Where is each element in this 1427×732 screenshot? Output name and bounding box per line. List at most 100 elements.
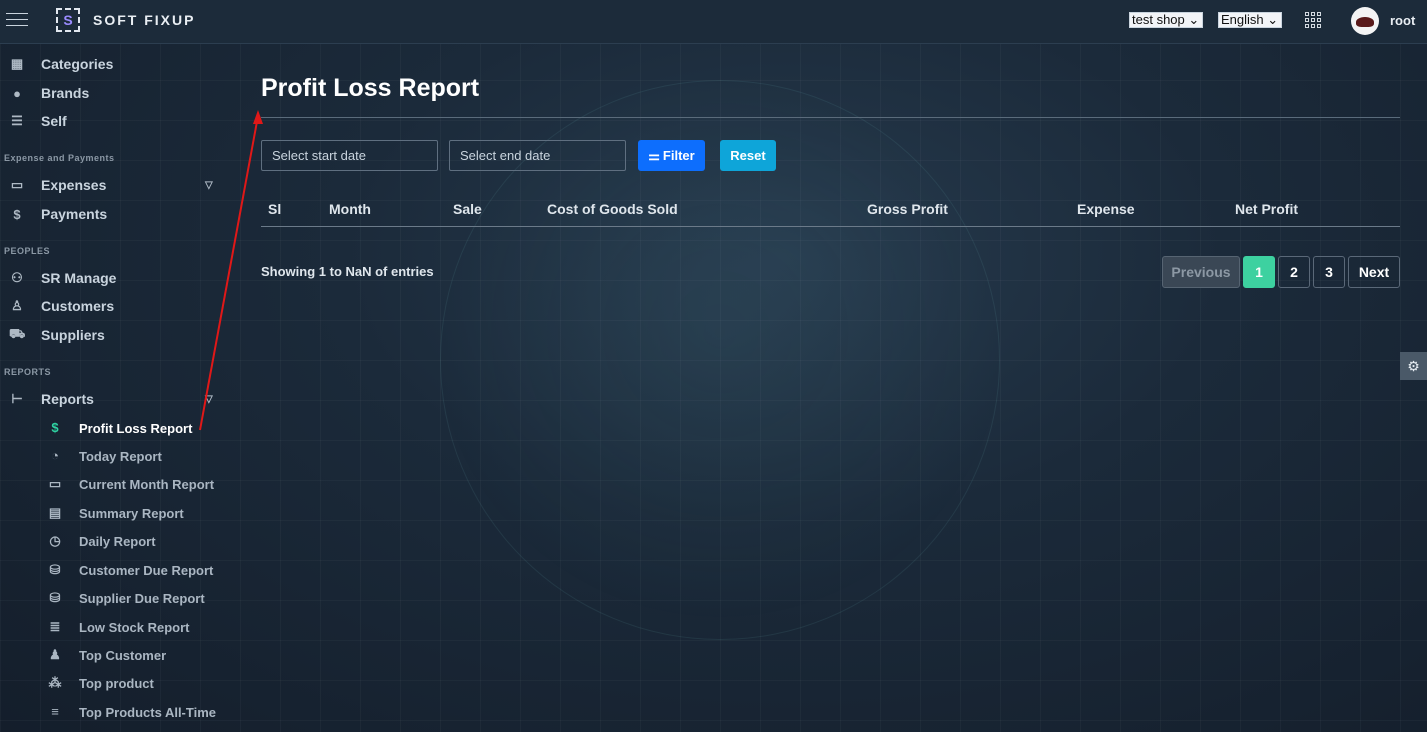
language-select-value: English: [1221, 12, 1264, 27]
filter-button-label: Filter: [662, 148, 695, 163]
column-header-expense[interactable]: Expense: [1077, 201, 1135, 217]
end-date-input[interactable]: [449, 140, 626, 171]
language-select[interactable]: English ⌄: [1218, 12, 1282, 28]
folder-icon: ▭: [10, 177, 24, 192]
column-header-net-profit[interactable]: Net Profit: [1235, 201, 1298, 217]
sidebar-item-label: Suppliers: [41, 327, 105, 343]
section-label-expense: Expense and Payments: [4, 153, 115, 163]
sidebar-item-label: Daily Report: [79, 534, 156, 549]
page-title: Profit Loss Report: [261, 74, 480, 102]
user-icon: ♙: [11, 298, 23, 313]
column-header-cogs[interactable]: Cost of Goods Sold: [547, 201, 678, 217]
sidebar-item-label: Expenses: [41, 177, 107, 193]
sidebar-item-label: Current Month Report: [79, 477, 215, 492]
sidebar-item-summary-report[interactable]: ▤ Summary Report: [0, 502, 232, 524]
user-star-icon: ♟: [49, 647, 61, 662]
sidebar-item-self[interactable]: ☰ Self: [0, 109, 232, 133]
pagination-previous-button[interactable]: Previous: [1162, 256, 1240, 288]
boxes-icon: ⁂: [48, 675, 62, 690]
users-icon: ⚇: [11, 270, 23, 285]
grid-icon: ▦: [10, 56, 24, 71]
sidebar-item-customer-due-report[interactable]: ⛁ Customer Due Report: [0, 559, 232, 581]
clock-outline-icon: ◷: [49, 533, 61, 548]
user-avatar[interactable]: [1351, 7, 1379, 35]
sidebar-item-today-report[interactable]: ◔ Today Report: [0, 445, 232, 467]
sidebar-item-label: Profit Loss Report: [79, 421, 193, 436]
sidebar-item-label: Summary Report: [79, 506, 184, 521]
sidebar-item-label: Supplier Due Report: [79, 591, 205, 606]
dollar-icon: $: [13, 206, 21, 222]
shelf-icon: ☰: [11, 113, 23, 128]
sidebar-item-top-products-all-time[interactable]: ≡ Top Products All-Time: [0, 701, 232, 723]
caret-down-icon: ▽: [205, 179, 213, 191]
sidebar-item-payments[interactable]: $ Payments: [0, 202, 232, 226]
section-label-peoples: PEOPLES: [4, 246, 51, 256]
pagination-page-1[interactable]: 1: [1243, 256, 1275, 288]
tree-icon: ⊢: [11, 391, 23, 406]
sidebar-item-label: Payments: [41, 206, 108, 222]
shop-select-value: test shop: [1132, 12, 1185, 27]
sliders-icon: ⚌: [648, 147, 660, 163]
sidebar-item-brands[interactable]: ● Brands: [0, 81, 232, 105]
clock-icon: ◔: [51, 448, 59, 463]
sidebar-item-label: Brands: [41, 85, 90, 101]
sidebar-item-customers[interactable]: ♙ Customers: [0, 294, 232, 318]
app-name: SOFT FIXUP: [93, 12, 196, 28]
sidebar-item-label: Top Products All-Time: [79, 705, 216, 720]
coins-icon: ⛁: [49, 590, 61, 605]
sidebar-item-sr-manage[interactable]: ⚇ SR Manage: [0, 266, 232, 290]
sidebar-item-expenses[interactable]: ▭ Expenses ▽: [0, 173, 232, 197]
sidebar-item-low-stock-report[interactable]: ≣ Low Stock Report: [0, 616, 232, 638]
sidebar-item-label: SR Manage: [41, 270, 117, 286]
window-icon: ▭: [48, 476, 62, 491]
database-icon: ≣: [49, 619, 61, 634]
sidebar-item-label: Self: [41, 113, 67, 129]
sidebar-item-supplier-due-report[interactable]: ⛁ Supplier Due Report: [0, 587, 232, 609]
money-icon: $: [51, 420, 59, 435]
sidebar-item-current-month-report[interactable]: ▭ Current Month Report: [0, 473, 232, 495]
reset-button[interactable]: Reset: [720, 140, 776, 171]
sidebar-item-profit-loss-report[interactable]: $ Profit Loss Report: [0, 417, 232, 439]
filter-button[interactable]: ⚌ Filter: [638, 140, 705, 171]
logo-letter: S: [63, 12, 73, 28]
section-label-reports: REPORTS: [4, 367, 52, 377]
title-divider: [261, 117, 1400, 118]
sidebar-item-label: Low Stock Report: [79, 620, 190, 635]
pagination-page-2[interactable]: 2: [1278, 256, 1310, 288]
sidebar-item-label: Customers: [41, 298, 115, 314]
badge-icon: ●: [13, 85, 21, 101]
settings-sliders-icon[interactable]: ⚙: [1400, 352, 1427, 380]
column-header-gross-profit[interactable]: Gross Profit: [867, 201, 948, 217]
sidebar-item-reports[interactable]: ⊢ Reports ▽: [0, 387, 232, 411]
hamburger-menu-icon[interactable]: [6, 13, 28, 29]
sidebar-item-daily-report[interactable]: ◷ Daily Report: [0, 530, 232, 552]
sidebar-item-top-customer[interactable]: ♟ Top Customer: [0, 644, 232, 666]
sidebar-item-label: Top Customer: [79, 648, 167, 663]
user-name[interactable]: root: [1390, 13, 1415, 28]
shop-select[interactable]: test shop ⌄: [1129, 12, 1203, 28]
start-date-input[interactable]: [261, 140, 438, 171]
column-header-month[interactable]: Month: [329, 201, 371, 217]
sidebar-item-categories[interactable]: ▦ Categories: [0, 52, 232, 76]
sidebar-item-label: Categories: [41, 56, 114, 72]
document-icon: ▤: [48, 505, 62, 520]
table-header-divider: [261, 226, 1400, 227]
pagination-page-3[interactable]: 3: [1313, 256, 1345, 288]
top-bar: S SOFT FIXUP test shop ⌄ English ⌄ root: [0, 0, 1427, 44]
sidebar-item-label: Customer Due Report: [79, 563, 214, 578]
sidebar-item-label: Today Report: [79, 449, 162, 464]
entries-info: Showing 1 to NaN of entries: [261, 264, 434, 279]
chevron-down-icon: ⌄: [1267, 12, 1279, 27]
apps-grid-icon[interactable]: [1305, 12, 1321, 28]
caret-down-icon: ▽: [205, 393, 213, 405]
coins-icon: ⛁: [49, 562, 61, 577]
sidebar-item-top-product[interactable]: ⁂ Top product: [0, 672, 232, 694]
truck-icon: ⛟: [9, 326, 26, 341]
logo-icon: S: [56, 8, 80, 32]
pagination-next-button[interactable]: Next: [1348, 256, 1400, 288]
column-header-sale[interactable]: Sale: [453, 201, 482, 217]
sidebar: ▦ Categories ● Brands ☰ Self Expense and…: [0, 44, 232, 732]
sidebar-item-label: Top product: [79, 676, 154, 691]
column-header-sl[interactable]: Sl: [268, 201, 281, 217]
sidebar-item-suppliers[interactable]: ⛟ Suppliers: [0, 323, 232, 347]
